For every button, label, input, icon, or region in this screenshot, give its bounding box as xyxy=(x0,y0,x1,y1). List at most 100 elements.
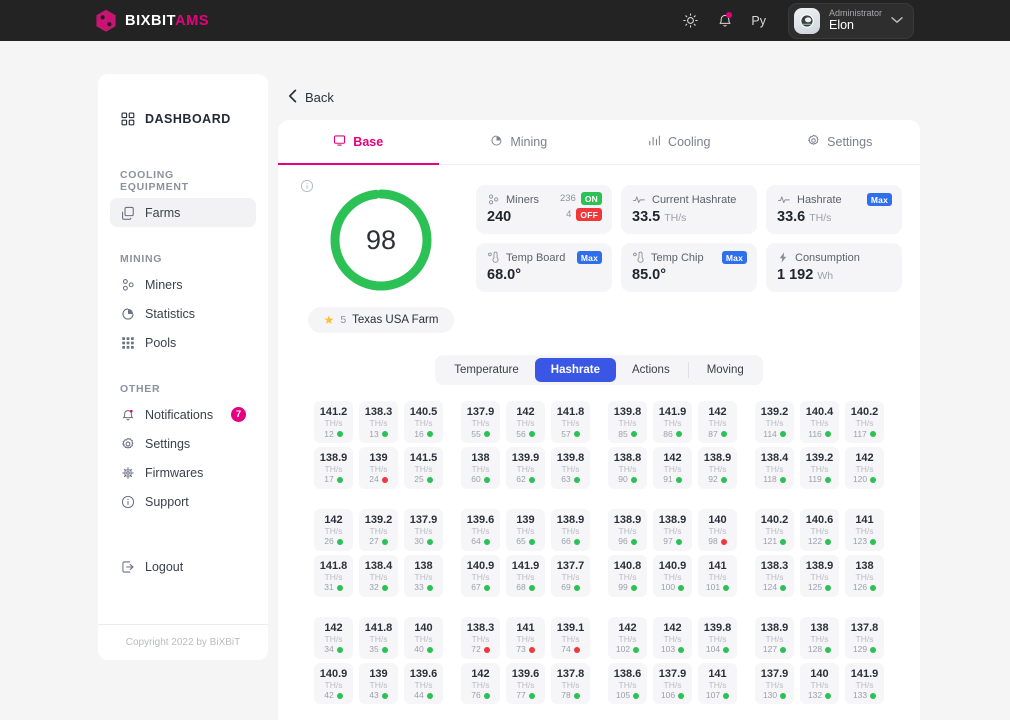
sidebar-item-dashboard[interactable]: DASHBOARD xyxy=(110,104,256,133)
back-button[interactable]: Back xyxy=(288,89,920,106)
miner-cell[interactable]: 141 TH/s 107 xyxy=(698,662,737,705)
miner-cell[interactable]: 138.4 TH/s 32 xyxy=(359,554,398,597)
miner-cell[interactable]: 137.8 TH/s 129 xyxy=(845,616,884,659)
miner-cell[interactable]: 141.8 TH/s 35 xyxy=(359,616,398,659)
sidebar-item-support[interactable]: Support xyxy=(110,487,256,516)
stat-card-hashrate[interactable]: Hashrate Max 33.6 TH/s xyxy=(766,185,902,234)
miner-cell[interactable]: 137.7 TH/s 69 xyxy=(551,554,590,597)
tab-cooling[interactable]: Cooling xyxy=(599,120,760,165)
miner-cell[interactable]: 138.3 TH/s 124 xyxy=(755,554,794,597)
sidebar-item-miners[interactable]: Miners xyxy=(110,270,256,299)
sun-icon[interactable] xyxy=(682,12,699,29)
miner-cell[interactable]: 137.9 TH/s 30 xyxy=(404,508,443,551)
miner-cell[interactable]: 139 TH/s 65 xyxy=(506,508,545,551)
miner-cell[interactable]: 138.9 TH/s 17 xyxy=(314,446,353,489)
miner-cell[interactable]: 139.8 TH/s 63 xyxy=(551,446,590,489)
info-circle-icon[interactable] xyxy=(300,179,314,198)
stat-card-current-hashrate[interactable]: Current Hashrate 33.5 TH/s xyxy=(621,185,757,234)
language-switch[interactable]: Ру xyxy=(751,14,766,28)
miner-cell[interactable]: 140 TH/s 40 xyxy=(404,616,443,659)
segment-hashrate[interactable]: Hashrate xyxy=(534,358,616,382)
miner-cell[interactable]: 140 TH/s 132 xyxy=(800,662,839,705)
miner-cell[interactable]: 139.2 TH/s 114 xyxy=(755,401,794,443)
sidebar-item-settings[interactable]: Settings xyxy=(110,429,256,458)
miner-cell[interactable]: 141.5 TH/s 25 xyxy=(404,446,443,489)
miner-cell[interactable]: 142 TH/s 103 xyxy=(653,616,692,659)
chevron-down-icon[interactable] xyxy=(891,15,903,27)
stat-card-temp-chip[interactable]: Temp Chip Max 85.0° xyxy=(621,243,757,292)
miner-cell[interactable]: 139.9 TH/s 62 xyxy=(506,446,545,489)
miner-cell[interactable]: 140.9 TH/s 42 xyxy=(314,662,353,705)
miner-cell[interactable]: 138.3 TH/s 72 xyxy=(461,616,500,659)
segment-moving[interactable]: Moving xyxy=(691,358,760,382)
miner-cell[interactable]: 142 TH/s 26 xyxy=(314,508,353,551)
segment-temperature[interactable]: Temperature xyxy=(438,358,535,382)
miner-cell[interactable]: 138 TH/s 33 xyxy=(404,554,443,597)
miner-cell[interactable]: 138.9 TH/s 66 xyxy=(551,508,590,551)
miner-cell[interactable]: 138.6 TH/s 105 xyxy=(608,662,647,705)
miner-cell[interactable]: 140.8 TH/s 99 xyxy=(608,554,647,597)
miner-cell[interactable]: 138.9 TH/s 97 xyxy=(653,508,692,551)
miner-cell[interactable]: 140.5 TH/s 16 xyxy=(404,401,443,443)
app-logo[interactable]: BIXBITAMS xyxy=(95,9,209,33)
miner-cell[interactable]: 140.9 TH/s 100 xyxy=(653,554,692,597)
miner-cell[interactable]: 140.6 TH/s 122 xyxy=(800,508,839,551)
miner-cell[interactable]: 138 TH/s 60 xyxy=(461,446,500,489)
miner-cell[interactable]: 141.9 TH/s 68 xyxy=(506,554,545,597)
miner-cell[interactable]: 138.3 TH/s 13 xyxy=(359,401,398,443)
miner-cell[interactable]: 137.8 TH/s 78 xyxy=(551,662,590,705)
user-menu[interactable]: Administrator Elon xyxy=(787,2,914,39)
miner-cell[interactable]: 137.9 TH/s 106 xyxy=(653,662,692,705)
miner-cell[interactable]: 142 TH/s 56 xyxy=(506,401,545,443)
sidebar-item-pools[interactable]: Pools xyxy=(110,328,256,357)
stat-card-temp-board[interactable]: Temp Board Max 68.0° xyxy=(476,243,612,292)
miner-cell[interactable]: 142 TH/s 34 xyxy=(314,616,353,659)
tab-mining[interactable]: Mining xyxy=(439,120,600,165)
miner-cell[interactable]: 140 TH/s 98 xyxy=(698,508,737,551)
miner-cell[interactable]: 139.8 TH/s 85 xyxy=(608,401,647,443)
miner-cell[interactable]: 138.4 TH/s 118 xyxy=(755,446,794,489)
tab-settings[interactable]: Settings xyxy=(760,120,921,165)
miner-cell[interactable]: 142 TH/s 120 xyxy=(845,446,884,489)
miner-cell[interactable]: 137.9 TH/s 55 xyxy=(461,401,500,443)
miner-cell[interactable]: 142 TH/s 91 xyxy=(653,446,692,489)
miner-cell[interactable]: 140.2 TH/s 117 xyxy=(845,401,884,443)
miner-cell[interactable]: 140.9 TH/s 67 xyxy=(461,554,500,597)
sidebar-item-notifications[interactable]: Notifications 7 xyxy=(110,400,256,429)
miner-cell[interactable]: 137.9 TH/s 130 xyxy=(755,662,794,705)
sidebar-item-logout[interactable]: Logout xyxy=(110,552,256,581)
farm-chip[interactable]: ★ 5 Texas USA Farm xyxy=(307,307,455,333)
miner-cell[interactable]: 139.2 TH/s 27 xyxy=(359,508,398,551)
bell-icon[interactable] xyxy=(717,12,733,29)
miner-cell[interactable]: 142 TH/s 87 xyxy=(698,401,737,443)
miner-cell[interactable]: 139 TH/s 43 xyxy=(359,662,398,705)
miner-cell[interactable]: 141.8 TH/s 31 xyxy=(314,554,353,597)
miner-cell[interactable]: 141 TH/s 101 xyxy=(698,554,737,597)
miner-cell[interactable]: 139.8 TH/s 104 xyxy=(698,616,737,659)
sidebar-item-firmwares[interactable]: Firmwares xyxy=(110,458,256,487)
miner-cell[interactable]: 141.9 TH/s 133 xyxy=(845,662,884,705)
miner-cell[interactable]: 139.1 TH/s 74 xyxy=(551,616,590,659)
miner-cell[interactable]: 141.9 TH/s 86 xyxy=(653,401,692,443)
stat-card-miners[interactable]: Miners 240 236 ON 4 OFF xyxy=(476,185,612,234)
miner-cell[interactable]: 139.6 TH/s 64 xyxy=(461,508,500,551)
segment-actions[interactable]: Actions xyxy=(616,358,686,382)
miner-cell[interactable]: 138.8 TH/s 90 xyxy=(608,446,647,489)
miner-cell[interactable]: 138.9 TH/s 96 xyxy=(608,508,647,551)
miner-cell[interactable]: 141 TH/s 123 xyxy=(845,508,884,551)
miner-cell[interactable]: 140.2 TH/s 121 xyxy=(755,508,794,551)
miner-cell[interactable]: 141.2 TH/s 12 xyxy=(314,401,353,443)
miner-cell[interactable]: 142 TH/s 76 xyxy=(461,662,500,705)
miner-cell[interactable]: 141.8 TH/s 57 xyxy=(551,401,590,443)
sidebar-item-statistics[interactable]: Statistics xyxy=(110,299,256,328)
miner-cell[interactable]: 138.9 TH/s 127 xyxy=(755,616,794,659)
miner-cell[interactable]: 138 TH/s 128 xyxy=(800,616,839,659)
miner-cell[interactable]: 139.2 TH/s 119 xyxy=(800,446,839,489)
stat-card-consumption[interactable]: Consumption 1 192 Wh xyxy=(766,243,902,292)
miner-cell[interactable]: 138.9 TH/s 92 xyxy=(698,446,737,489)
miner-cell[interactable]: 138.9 TH/s 125 xyxy=(800,554,839,597)
miner-cell[interactable]: 139.6 TH/s 44 xyxy=(404,662,443,705)
miner-cell[interactable]: 138 TH/s 126 xyxy=(845,554,884,597)
miner-cell[interactable]: 141 TH/s 73 xyxy=(506,616,545,659)
sidebar-item-farms[interactable]: Farms xyxy=(110,198,256,227)
